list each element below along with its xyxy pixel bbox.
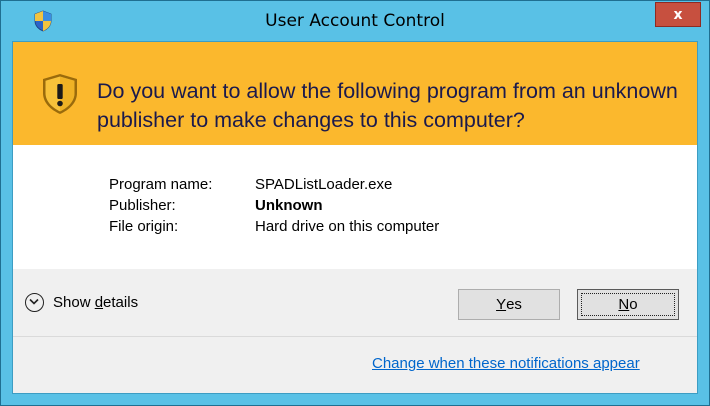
warning-banner: Do you want to allow the following progr…: [13, 42, 697, 145]
yes-label-rest: es: [506, 296, 522, 313]
yes-button[interactable]: Yes: [458, 289, 560, 320]
show-details-text-suffix: etails: [103, 294, 139, 311]
change-notifications-link[interactable]: Change when these notifications appear: [372, 355, 640, 372]
publisher-label: Publisher:: [109, 197, 176, 214]
close-icon: x: [673, 6, 683, 23]
dialog-body: Do you want to allow the following progr…: [12, 41, 698, 394]
file-origin-label: File origin:: [109, 218, 179, 235]
title-bar[interactable]: User Account Control x: [1, 1, 709, 41]
show-details-access-key: d: [94, 294, 104, 311]
yes-access-key: Y: [496, 296, 507, 313]
warning-shield-icon: [43, 74, 77, 114]
focus-rectangle: [581, 293, 675, 316]
show-details-text-prefix: Show: [53, 294, 95, 311]
footer-divider: [13, 336, 697, 337]
chevron-down-icon[interactable]: [25, 293, 44, 312]
program-name-label: Program name:: [109, 176, 213, 193]
prompt-question: Do you want to allow the following progr…: [97, 79, 678, 132]
publisher-value: Unknown: [255, 197, 323, 214]
file-origin-value: Hard drive on this computer: [255, 218, 440, 235]
no-button[interactable]: No: [577, 289, 679, 320]
show-details-link[interactable]: Show details: [53, 294, 138, 311]
close-button[interactable]: x: [655, 2, 701, 27]
window-title: User Account Control: [265, 11, 445, 31]
uac-dialog: User Account Control x Do you want to al…: [0, 0, 710, 406]
program-name-value: SPADListLoader.exe: [255, 176, 393, 193]
dialog-footer: Show details Yes No Change when these no…: [13, 269, 697, 393]
